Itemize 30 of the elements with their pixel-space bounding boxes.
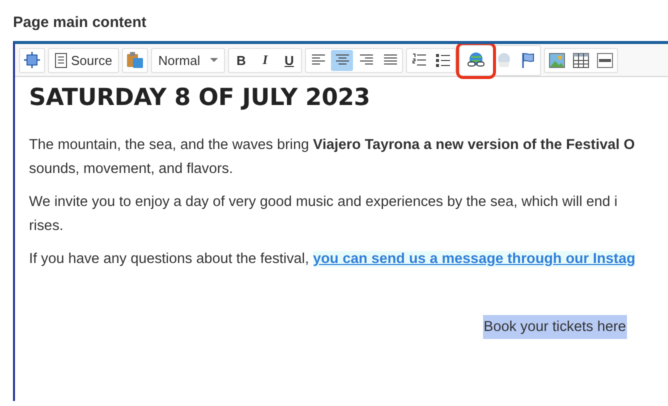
field-label: Page main content [13, 14, 146, 31]
italic-button[interactable]: I [254, 50, 276, 70]
maximize-icon [24, 52, 40, 68]
source-button[interactable]: Source [50, 50, 118, 70]
paragraph-line: sounds, movement, and flavors. [29, 160, 234, 179]
document-icon [55, 52, 67, 68]
align-center-icon [336, 54, 349, 66]
numbered-list-icon [412, 53, 426, 67]
unlink-icon [496, 52, 512, 68]
paragraph-line: rises. [29, 217, 64, 236]
paragraph-line: The mountain, the sea, and the waves bring Viajero Tayrona a new version of the Festival O [29, 136, 636, 155]
selected-text: Book your tickets here [482, 315, 627, 339]
bold-button[interactable]: B [230, 50, 252, 70]
align-left-icon [312, 54, 325, 66]
underline-button[interactable]: U [278, 50, 300, 70]
paste-icon [126, 51, 144, 69]
format-dropdown[interactable]: Normal [153, 50, 224, 70]
table-icon [573, 52, 590, 68]
heading: SATURDAY 8 OF JULY 2023 [29, 83, 372, 111]
align-right-icon [360, 54, 373, 66]
instagram-link[interactable]: you can send us a message through our Instag [313, 251, 636, 267]
align-center-button[interactable] [331, 50, 354, 70]
globe-link-icon [467, 52, 486, 68]
paragraph-line: If you have any questions about the festival, [29, 251, 309, 267]
caret-icon [210, 58, 218, 62]
image-icon [549, 52, 566, 68]
flag-icon [520, 52, 536, 68]
bullet-list-icon [436, 53, 450, 67]
paragraph-line: We invite you to enjoy a day of very good music and experiences by the sea, which will end i [29, 193, 618, 212]
justify-icon [384, 54, 397, 66]
